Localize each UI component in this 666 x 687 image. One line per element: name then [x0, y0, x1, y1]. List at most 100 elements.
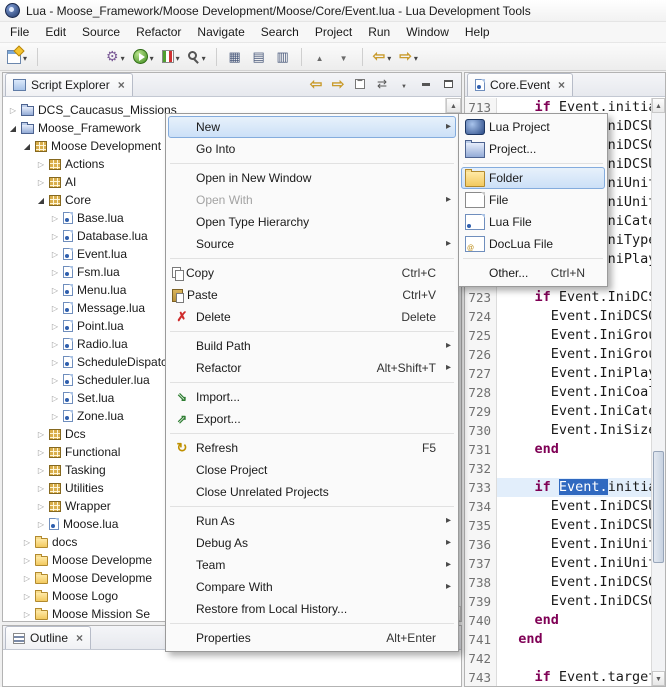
menu-item-paste[interactable]: PasteCtrl+V	[168, 284, 456, 306]
code-line[interactable]: 732	[465, 459, 651, 478]
code-line[interactable]: 740 end	[465, 611, 651, 630]
menu-item-delete[interactable]: DeleteDelete	[168, 306, 456, 328]
tab-core-event[interactable]: Core.Event	[467, 73, 573, 96]
line-number[interactable]: 726	[465, 345, 497, 364]
external-tools-button[interactable]	[103, 46, 128, 68]
menu-item-properties[interactable]: PropertiesAlt+Enter	[168, 627, 456, 649]
line-number[interactable]: 730	[465, 421, 497, 440]
expand-arrow-icon[interactable]	[49, 358, 61, 367]
view-grid-button[interactable]	[224, 46, 246, 68]
menu-refactor[interactable]: Refactor	[128, 23, 189, 41]
expand-arrow-icon[interactable]	[35, 520, 47, 529]
collapse-arrow-icon[interactable]	[7, 124, 19, 133]
profile-button[interactable]	[185, 46, 209, 68]
line-number[interactable]: 743	[465, 668, 497, 686]
back-button[interactable]	[370, 46, 395, 68]
forward-button[interactable]	[396, 46, 421, 68]
back-button[interactable]	[309, 76, 323, 92]
menu-item-import[interactable]: Import...	[168, 386, 456, 408]
expand-arrow-icon[interactable]	[35, 160, 47, 169]
menu-item-go-into[interactable]: Go Into	[168, 138, 456, 160]
menu-item-run-as[interactable]: Run As	[168, 510, 456, 532]
view-cols-button[interactable]	[272, 46, 294, 68]
menu-project[interactable]: Project	[307, 23, 360, 41]
menu-edit[interactable]: Edit	[37, 23, 74, 41]
line-number[interactable]: 724	[465, 307, 497, 326]
scroll-up-icon[interactable]	[652, 98, 665, 113]
new-wizard-button[interactable]	[4, 46, 30, 68]
expand-arrow-icon[interactable]	[35, 448, 47, 457]
expand-arrow-icon[interactable]	[49, 304, 61, 313]
menu-item-source[interactable]: Source	[168, 233, 456, 255]
expand-arrow-icon[interactable]	[21, 610, 33, 619]
link-with-editor-button[interactable]	[375, 76, 389, 92]
line-number[interactable]: 732	[465, 459, 497, 478]
scroll-down-icon[interactable]	[652, 671, 665, 686]
code-line[interactable]: 737 Event.IniUnit = UNIT:FindByName( Eve…	[465, 554, 651, 573]
editor-scrollbar[interactable]	[651, 98, 665, 686]
menu-item-folder[interactable]: Folder	[461, 167, 605, 189]
code-line[interactable]: 734 Event.IniDCSUnit = Event.initiator	[465, 497, 651, 516]
menu-window[interactable]: Window	[398, 23, 457, 41]
code-line[interactable]: 723 if Event.IniDCSGroup then	[465, 288, 651, 307]
code-line[interactable]: 733 if Event.initiator then	[465, 478, 651, 497]
minimize-button[interactable]	[419, 76, 433, 92]
line-number[interactable]: 740	[465, 611, 497, 630]
expand-arrow-icon[interactable]	[35, 430, 47, 439]
forward-button[interactable]	[331, 76, 345, 92]
code-line[interactable]: 725 Event.IniGroupName = Event.IniDCSGro…	[465, 326, 651, 345]
collapse-arrow-icon[interactable]	[35, 196, 47, 205]
menu-item-team[interactable]: Team	[168, 554, 456, 576]
menu-item-refactor[interactable]: RefactorAlt+Shift+T	[168, 357, 456, 379]
menu-run[interactable]: Run	[360, 23, 398, 41]
line-number[interactable]: 737	[465, 554, 497, 573]
scroll-up-icon[interactable]	[446, 98, 461, 113]
line-number[interactable]: 734	[465, 497, 497, 516]
prev-annotation-button[interactable]	[309, 46, 331, 68]
code-line[interactable]: 741 end	[465, 630, 651, 649]
collapse-arrow-icon[interactable]	[21, 142, 33, 151]
maximize-button[interactable]	[441, 76, 455, 92]
menu-source[interactable]: Source	[74, 23, 128, 41]
line-number[interactable]: 723	[465, 288, 497, 307]
menu-navigate[interactable]: Navigate	[189, 23, 252, 41]
menu-help[interactable]: Help	[457, 23, 498, 41]
next-annotation-button[interactable]	[333, 46, 355, 68]
menu-item-lua-project[interactable]: Lua Project	[461, 116, 605, 138]
menu-item-lua-file[interactable]: Lua File	[461, 211, 605, 233]
expand-arrow-icon[interactable]	[49, 286, 61, 295]
line-number[interactable]: 735	[465, 516, 497, 535]
expand-arrow-icon[interactable]	[49, 250, 61, 259]
code-line[interactable]: 724 Event.IniDCSGroupName = Event.IniDCS…	[465, 307, 651, 326]
menu-item-other[interactable]: Other...Ctrl+N	[461, 262, 605, 284]
line-number[interactable]: 741	[465, 630, 497, 649]
line-number[interactable]: 728	[465, 383, 497, 402]
menu-search[interactable]: Search	[253, 23, 307, 41]
menu-item-open-type-hierarchy[interactable]: Open Type Hierarchy	[168, 211, 456, 233]
menu-item-doclua-file[interactable]: DocLua File	[461, 233, 605, 255]
view-rows-button[interactable]	[248, 46, 270, 68]
expand-arrow-icon[interactable]	[49, 214, 61, 223]
expand-arrow-icon[interactable]	[21, 592, 33, 601]
run-button[interactable]	[130, 46, 157, 68]
line-number[interactable]: 738	[465, 573, 497, 592]
line-number[interactable]: 736	[465, 535, 497, 554]
line-number[interactable]: 742	[465, 649, 497, 668]
code-line[interactable]: 728 Event.IniCoalition = Event.IniDCSUni…	[465, 383, 651, 402]
line-number[interactable]: 733	[465, 478, 497, 497]
code-line[interactable]: 738 Event.IniDCSGroup = Event.IniDCSUnit…	[465, 573, 651, 592]
menu-item-close-unrelated-projects[interactable]: Close Unrelated Projects	[168, 481, 456, 503]
menu-item-open-with[interactable]: Open With	[168, 189, 456, 211]
line-number[interactable]: 725	[465, 326, 497, 345]
close-view-icon[interactable]	[118, 79, 125, 91]
menu-item-refresh[interactable]: RefreshF5	[168, 437, 456, 459]
expand-arrow-icon[interactable]	[49, 340, 61, 349]
menu-item-build-path[interactable]: Build Path	[168, 335, 456, 357]
code-line[interactable]: 742	[465, 649, 651, 668]
view-menu-button[interactable]	[397, 76, 411, 92]
scrollbar-thumb[interactable]	[653, 451, 664, 563]
tab-outline[interactable]: Outline	[5, 626, 91, 649]
menu-file[interactable]: File	[2, 23, 37, 41]
expand-arrow-icon[interactable]	[35, 178, 47, 187]
expand-arrow-icon[interactable]	[49, 394, 61, 403]
